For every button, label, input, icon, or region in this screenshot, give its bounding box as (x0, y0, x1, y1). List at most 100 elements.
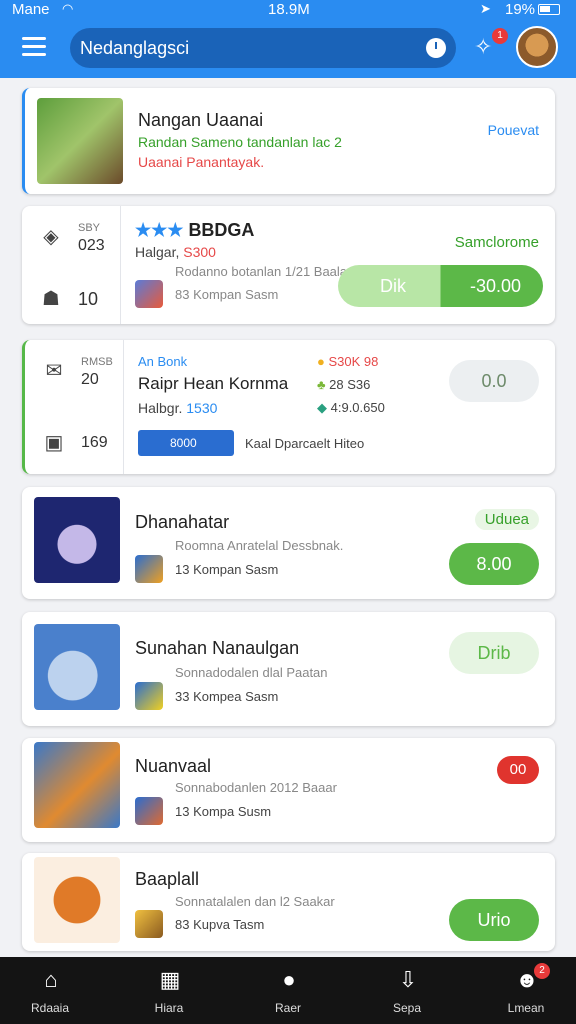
seller-name: 83 Kupva Tasm (175, 917, 265, 932)
list-item[interactable]: Baaplall Sonnatalalen dan l2 Saakar 83 K… (22, 853, 555, 951)
nav-label: Rdaaia (30, 1001, 70, 1015)
game-icon: ● (282, 967, 296, 992)
game-thumbnail (34, 624, 120, 710)
spec-3: ◆ 4:9.0.650 (317, 400, 385, 415)
game-thumbnail (34, 497, 120, 583)
coin-icon: ● (317, 354, 325, 369)
btn-left-label: Dik (380, 276, 406, 296)
status-bar: Mane ◠ 18.9M ➤ 19% (0, 0, 576, 20)
list-item[interactable]: Dhanahatar Roomna Anratelal Dessbnak. 13… (22, 487, 555, 599)
item-title: Dhanahatar (135, 512, 230, 532)
status-tag: Uduea (474, 509, 539, 530)
avatar[interactable] (516, 26, 558, 68)
item-title: Baaplall (135, 869, 200, 889)
camera-icon: ▣ (44, 432, 64, 454)
spec-1: ● S30K 98 (317, 354, 379, 369)
price-button[interactable]: 8.00 (449, 543, 539, 585)
bottom-navigation: ⌂ Rdaaia ▦ Hiara ● Raer ⇩ Sepa ☻ 2 Lmean (0, 957, 576, 1024)
notification-button[interactable]: ✧ 1 (474, 28, 508, 62)
action-button[interactable]: 0.0 (449, 360, 539, 402)
game-thumbnail (34, 742, 120, 828)
seller-icon (135, 910, 163, 938)
wifi-icon: ◠ (62, 1, 74, 16)
seller-name: 33 Kompea Sasm (175, 689, 279, 704)
profile-badge: 2 (534, 963, 550, 979)
item-title: Nangan Uaanai (138, 110, 264, 130)
list-item[interactable]: ◈ SBY 023 ☗ 10 ★★★ BBDGA Halgar, S300 Ro… (22, 206, 555, 324)
item-title: Sunahan Nanaulgan (135, 638, 300, 658)
item-title: ★★★ BBDGA (135, 220, 255, 240)
history-icon[interactable] (426, 38, 446, 58)
list-item[interactable]: Nangan Uaanai Randan Sameno tandanlan la… (22, 88, 555, 194)
game-thumbnail (34, 857, 120, 943)
item-subtitle: Sonnadodalen dlal Paatan (175, 665, 328, 680)
cube-icon: ◆ (317, 400, 327, 415)
nav-label: Sepa (392, 1001, 422, 1015)
item-subtitle: Randan Sameno tandanlan lac 2 (138, 134, 342, 150)
seller-name: 83 Kompan Sasm (175, 287, 279, 302)
action-button[interactable]: Drib (449, 632, 539, 674)
item-title: Nuanvaal (135, 756, 212, 776)
item-subtitle: Rodanno botanlan 1/21 Baala (175, 264, 348, 279)
price-split-button[interactable]: Dik -30.00 (338, 265, 543, 307)
leaf-icon: ♣ (317, 377, 326, 392)
divider (123, 340, 124, 474)
seller-icon (135, 555, 163, 583)
price-button[interactable]: 00 (497, 756, 539, 784)
seller-name: 13 Kompan Sasm (175, 562, 279, 577)
price-line: Halbgr. 1530 (138, 400, 218, 416)
nav-game[interactable]: ● Raer (238, 957, 338, 1024)
hamburger-menu-button[interactable] (22, 37, 46, 57)
game-thumbnail (37, 98, 123, 184)
location-icon: ➤ (480, 1, 491, 16)
stat-value-2: 169 (81, 434, 108, 451)
kicker-text: An Bonk (138, 354, 188, 369)
divider (120, 206, 121, 324)
notification-badge: 1 (492, 28, 508, 44)
home-icon: ⌂ (44, 967, 58, 992)
list-item[interactable]: ✉ RMSB 20 ▣ 169 An Bonk Raipr Hean Kornm… (22, 340, 555, 474)
item-subtitle: Roomna Anratelal Dessbnak. (175, 538, 344, 553)
carrier-label: Mane (12, 1, 50, 18)
seller-name: 13 Kompa Susm (175, 804, 272, 819)
seller-name: Kaal Dparcaelt Hiteo (245, 436, 365, 451)
stat-label: SBY (78, 222, 101, 234)
item-subtitle: Sonnabodanlen 2012 Baaar (175, 780, 337, 795)
rating-stars: ★★★ (135, 220, 184, 240)
nav-label: Lmean (507, 1001, 545, 1015)
item-subtitle: Sonnatalalen dan l2 Saakar (175, 894, 335, 909)
price-line: Halgar, S300 (135, 244, 216, 260)
bell-icon: ✧ (474, 34, 493, 59)
nav-download[interactable]: ⇩ Sepa (357, 957, 457, 1024)
users-icon: ☗ (42, 288, 60, 310)
spec-2: ♣ 28 S36 (317, 377, 371, 392)
status-tag: Samclorome (454, 234, 539, 251)
action-button[interactable]: Urio (449, 899, 539, 941)
search-input[interactable]: Nedanglagsci (70, 28, 456, 68)
stat-value-2: 10 (78, 289, 99, 309)
btn-right-label: -30.00 (469, 276, 522, 296)
seller-icon (135, 797, 163, 825)
store-icon: ▦ (159, 967, 181, 992)
seller-icon (135, 682, 163, 710)
message-icon: ✉ (45, 360, 63, 382)
nav-home[interactable]: ⌂ Rdaaia (0, 957, 100, 1024)
download-icon: ⇩ (398, 967, 418, 992)
search-text: Nedanglagsci (80, 38, 190, 58)
nav-label: Raer (274, 1001, 301, 1015)
nav-store[interactable]: ▦ Hiara (119, 957, 219, 1024)
chip-badge: 8000 (138, 430, 234, 456)
stat-value: 023 (78, 237, 105, 254)
nav-label: Hiara (154, 1001, 184, 1015)
battery-icon (538, 4, 560, 15)
status-tag: Pouevat (487, 122, 539, 138)
nav-profile[interactable]: ☻ 2 Lmean (476, 957, 576, 1024)
item-subtitle-2: Uaanai Panantayak. (138, 154, 265, 170)
stat-value: 20 (81, 371, 99, 388)
clock-text: 18.9M (268, 1, 310, 18)
stat-label: RMSB (81, 356, 113, 368)
list-item[interactable]: Nuanvaal Sonnabodanlen 2012 Baaar 13 Kom… (22, 738, 555, 842)
top-app-bar: Mane ◠ 18.9M ➤ 19% Nedanglagsci ✧ 1 (0, 0, 576, 78)
list-item[interactable]: Sunahan Nanaulgan Sonnadodalen dlal Paat… (22, 612, 555, 726)
compass-icon: ◈ (43, 226, 59, 248)
